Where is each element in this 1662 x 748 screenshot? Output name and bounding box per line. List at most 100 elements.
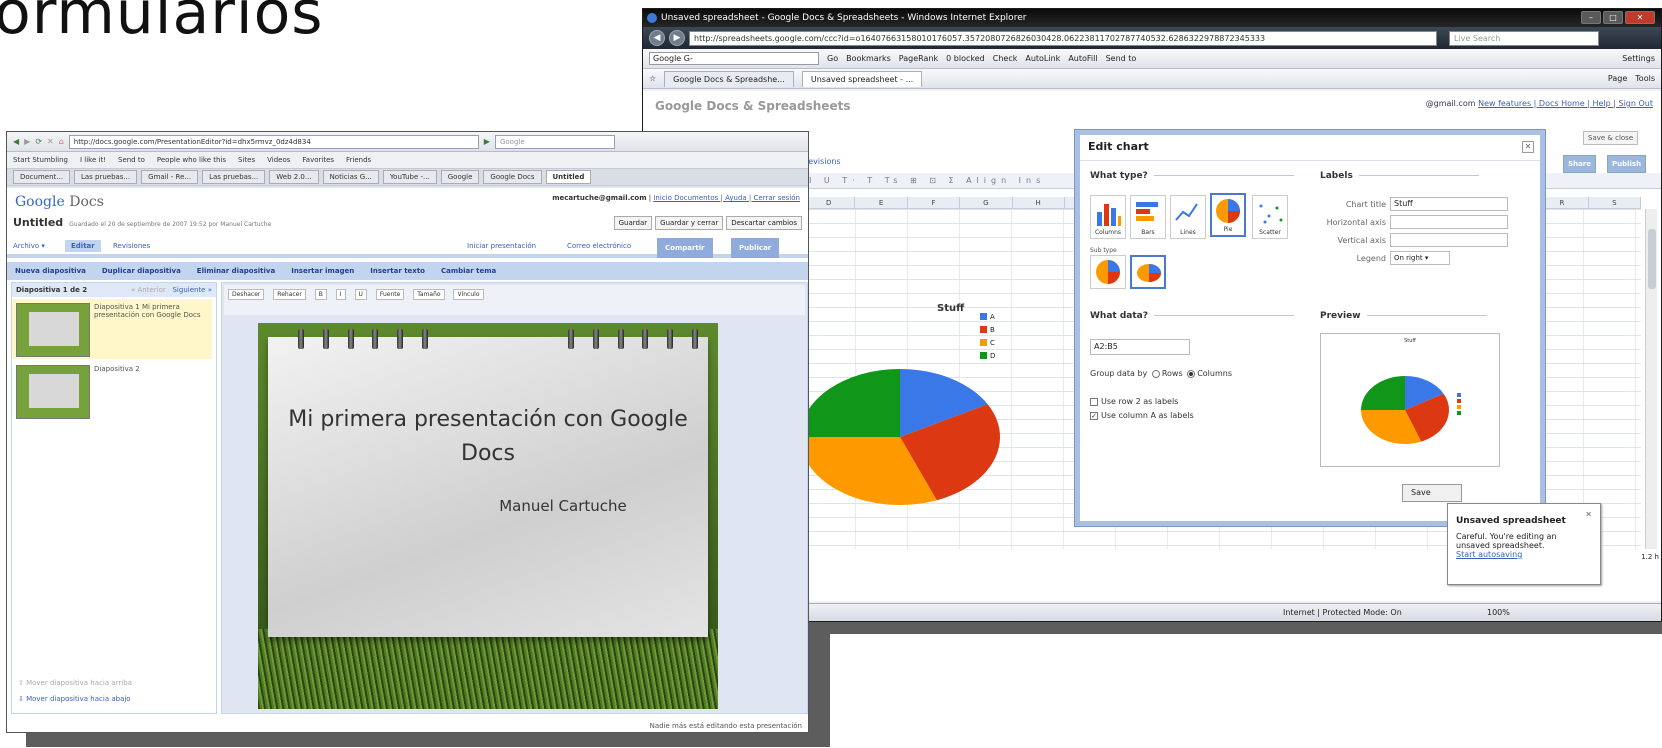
italic-button[interactable]: I (335, 289, 346, 300)
ie-tab-unsaved-spreadsheet[interactable]: Unsaved spreadsheet - ... (801, 70, 923, 87)
ie-url-field[interactable]: http://spreadsheets.google.com/ccc?id=o1… (689, 30, 1437, 46)
ff-tab[interactable]: Noticias G... (322, 170, 379, 184)
change-theme-button[interactable]: Cambiar tema (441, 267, 496, 275)
bookmark-item[interactable]: People who like this (157, 156, 226, 164)
publish-button[interactable]: Publicar (731, 238, 780, 258)
slide-title-text[interactable]: Mi primera presentación con Google Docs (268, 403, 708, 471)
go-icon[interactable]: ▶ (484, 137, 490, 146)
bookmark-item[interactable]: Send to (118, 156, 145, 164)
bookmark-item[interactable]: Sites (238, 156, 255, 164)
sheet-vertical-scrollbar[interactable] (1645, 209, 1657, 549)
save-chart-button[interactable]: Save (1402, 484, 1462, 502)
ff-tab[interactable]: Google (440, 170, 480, 184)
google-toolbar-search[interactable]: Google G- (649, 52, 819, 65)
page-menu[interactable]: Page (1608, 74, 1627, 83)
toolbar-popup-blocker[interactable]: 0 blocked (946, 54, 985, 63)
col-header[interactable]: G (960, 197, 1013, 208)
move-slide-up-button[interactable]: ⇧ Mover diapositiva hacia arriba (18, 679, 132, 687)
duplicate-slide-button[interactable]: Duplicar diapositiva (102, 267, 181, 275)
close-window-button[interactable]: ✕ (1625, 11, 1655, 24)
new-slide-button[interactable]: Nueva diapositiva (15, 267, 86, 275)
chart-type-pie[interactable]: Pie (1210, 193, 1246, 237)
ff-tab[interactable]: Google Docs (483, 170, 542, 184)
ie-tab-google-docs[interactable]: Google Docs & Spreadshe... (664, 70, 794, 87)
slide-author-text[interactable]: Manuel Cartuche (268, 497, 708, 515)
data-range-input[interactable]: A2:B5 (1090, 339, 1190, 355)
underline-button[interactable]: U (354, 289, 367, 300)
save-button[interactable]: Guardar (613, 216, 653, 230)
bookmark-item[interactable]: I like it! (80, 156, 106, 164)
bookmark-item[interactable]: Videos (267, 156, 290, 164)
minimize-button[interactable]: – (1581, 11, 1601, 24)
menu-archivo[interactable]: Archivo ▾ (13, 242, 45, 250)
share-button[interactable]: Compartir (657, 238, 713, 258)
font-select[interactable]: Fuente (375, 289, 405, 300)
use-column-labels-checkbox[interactable]: ✓ (1090, 411, 1098, 420)
ff-tab[interactable]: Document... (13, 170, 70, 184)
save-and-close-button[interactable]: Save & close (1583, 131, 1639, 145)
ff-tab[interactable]: Web 2.0... (269, 170, 319, 184)
next-slide-link[interactable]: Siguiente » (172, 286, 212, 294)
ff-tab[interactable]: Gmail - Re... (141, 170, 199, 184)
chart-type-lines[interactable]: Lines (1170, 195, 1206, 239)
chart-title-input[interactable]: Stuff (1390, 197, 1508, 211)
col-header[interactable]: F (908, 197, 961, 208)
delete-slide-button[interactable]: Eliminar diapositiva (197, 267, 275, 275)
share-button[interactable]: Share (1563, 155, 1596, 173)
ff-tab[interactable]: Las pruebas... (202, 170, 266, 184)
start-presentation-link[interactable]: Iniciar presentación (467, 242, 536, 250)
prev-slide-link[interactable]: « Anterior (131, 286, 166, 294)
col-header[interactable]: D (803, 197, 856, 208)
forward-arrow-icon[interactable]: ▶ (24, 137, 30, 146)
size-select[interactable]: Tamaño (413, 289, 445, 300)
move-slide-down-button[interactable]: ⇩ Mover diapositiva hacia abajo (18, 695, 131, 703)
toolbar-autofill[interactable]: AutoFill (1068, 54, 1097, 63)
home-icon[interactable]: ⌂ (59, 137, 64, 146)
toolbar-check[interactable]: Check (993, 54, 1018, 63)
slide-canvas[interactable]: Mi primera presentación con Google Docs … (258, 323, 718, 709)
col-header[interactable]: S (1589, 197, 1641, 208)
favorites-star-icon[interactable]: ☆ (649, 74, 656, 83)
sheet-account-links[interactable]: New features | Docs Home | Help | Sign O… (1478, 99, 1653, 108)
toolbar-send-to[interactable]: Send to (1106, 54, 1137, 63)
chart-type-columns[interactable]: Columns (1090, 195, 1126, 239)
insert-text-button[interactable]: Insertar texto (370, 267, 425, 275)
reload-icon[interactable]: ⟳ (35, 137, 42, 146)
legend-select[interactable]: On right ▾ (1390, 251, 1450, 265)
col-header[interactable]: E (855, 197, 908, 208)
forward-arrow-icon[interactable]: ▶ (669, 30, 685, 46)
subtype-flat-pie[interactable] (1090, 255, 1126, 289)
toolbar-autolink[interactable]: AutoLink (1025, 54, 1060, 63)
stop-icon[interactable]: ✕ (47, 137, 54, 146)
vertical-axis-input[interactable] (1390, 233, 1508, 247)
toolbar-pagerank[interactable]: PageRank (899, 54, 938, 63)
col-header[interactable]: H (1013, 197, 1065, 208)
tab-revisiones[interactable]: Revisiones (113, 242, 150, 250)
insert-image-button[interactable]: Insertar imagen (291, 267, 354, 275)
slide-thumbnail-2[interactable]: Diapositiva 2 (12, 361, 212, 421)
ff-tab-untitled[interactable]: Untitled (545, 170, 592, 184)
slide-thumbnail-1[interactable]: Diapositiva 1 Mi primera presentación co… (12, 299, 212, 359)
group-columns-radio[interactable] (1187, 369, 1196, 378)
bookmark-item[interactable]: Friends (346, 156, 371, 164)
horizontal-axis-input[interactable] (1390, 215, 1508, 229)
redo-button[interactable]: Rehacer (273, 289, 306, 300)
back-arrow-icon[interactable]: ◀ (13, 137, 19, 146)
pres-account-links[interactable]: Inicio Documentos | Ayuda | Cerrar sesió… (653, 194, 800, 202)
close-icon[interactable]: ✕ (1522, 141, 1534, 153)
maximize-button[interactable]: □ (1603, 11, 1623, 24)
ff-search-input[interactable]: Google (494, 134, 615, 149)
sheet-pie-chart[interactable] (798, 319, 1098, 519)
bold-button[interactable]: B (314, 289, 327, 300)
group-rows-radio[interactable] (1151, 369, 1160, 378)
tools-menu[interactable]: Tools (1635, 74, 1655, 83)
ff-tab[interactable]: Las pruebas... (73, 170, 138, 184)
chart-type-scatter[interactable]: Scatter (1252, 195, 1288, 239)
save-and-close-button[interactable]: Guardar y cerrar (655, 216, 724, 230)
bookmark-item[interactable]: Start Stumbling (13, 156, 68, 164)
discard-changes-button[interactable]: Descartar cambios (726, 216, 802, 230)
undo-button[interactable]: Deshacer (228, 289, 265, 300)
toolbar-bookmarks[interactable]: Bookmarks (846, 54, 891, 63)
use-row-labels-checkbox[interactable] (1090, 397, 1098, 406)
link-button[interactable]: Vínculo (453, 289, 484, 300)
